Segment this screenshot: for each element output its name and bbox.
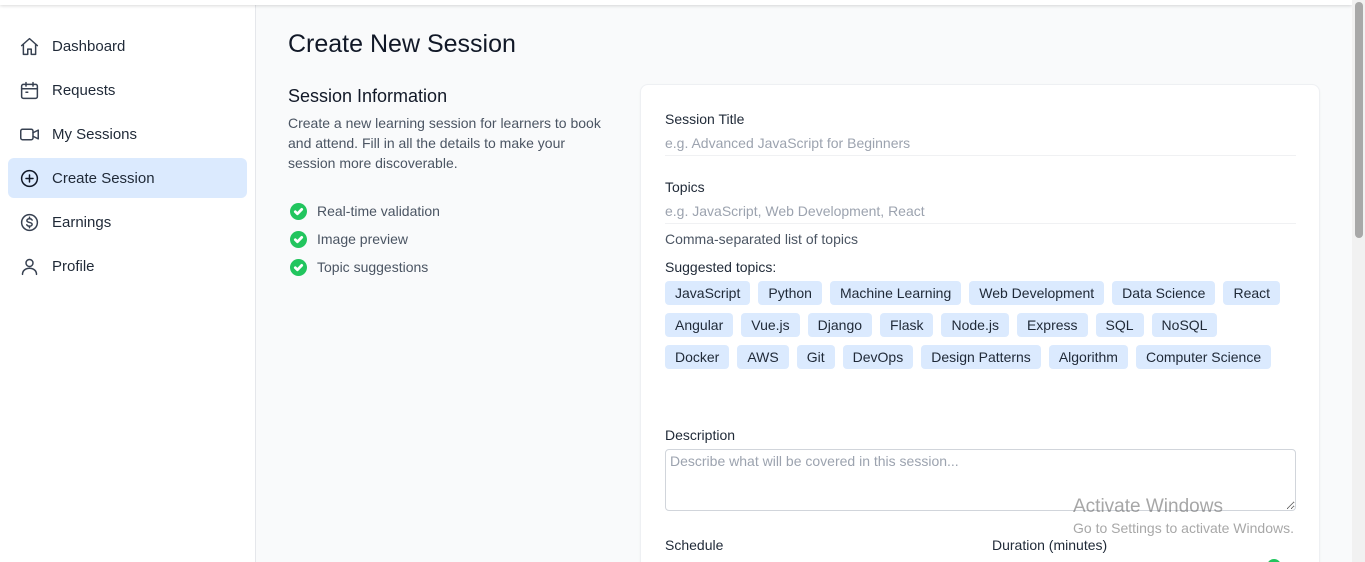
description-label: Description [665, 427, 736, 443]
topic-chip[interactable]: Docker [665, 345, 730, 369]
scrollbar-thumb[interactable] [1355, 2, 1363, 238]
feature-item: Real-time validation [288, 197, 608, 225]
topic-chip[interactable]: Node.js [941, 313, 1009, 337]
topic-chip[interactable]: Machine Learning [829, 281, 962, 305]
topics-input[interactable] [665, 198, 1296, 224]
session-title-label: Session Title [665, 111, 745, 127]
check-circle-icon [290, 258, 307, 276]
topic-chip[interactable]: Data Science [1112, 281, 1216, 305]
topic-chip[interactable]: Vue.js [741, 313, 800, 337]
feature-label: Image preview [317, 231, 409, 247]
sidebar: Dashboard Requests My Sessions Create Se… [0, 0, 256, 562]
sidebar-item-label: Create Session [52, 169, 155, 187]
sidebar-item-earnings[interactable]: Earnings [8, 202, 247, 242]
session-form-card: Session Title Topics Comma-separated lis… [640, 84, 1320, 562]
topic-chip[interactable]: DevOps [842, 345, 914, 369]
feature-list: Real-time validation Image preview Topic… [288, 197, 608, 281]
sidebar-item-requests[interactable]: Requests [8, 70, 247, 110]
topic-chip[interactable]: NoSQL [1151, 313, 1218, 337]
suggested-topics-list: JavaScript Python Machine Learning Web Deve… [665, 281, 1285, 369]
dollar-circle-icon [18, 211, 40, 233]
windows-activation-watermark: Activate Windows Go to Settings to activ… [1073, 496, 1294, 536]
sidebar-item-label: Dashboard [52, 37, 126, 55]
video-icon [18, 123, 40, 145]
duration-label: Duration (minutes) [992, 537, 1108, 553]
section-description: Create a new learning session for learne… [288, 115, 601, 171]
watermark-subtitle: Go to Settings to activate Windows. [1073, 520, 1294, 536]
session-info-panel: Session Information Create a new learnin… [288, 86, 608, 281]
sidebar-item-label: Earnings [52, 213, 112, 231]
sidebar-item-label: Requests [52, 81, 116, 99]
suggested-topics-label: Suggested topics: [665, 259, 777, 275]
topic-chip[interactable]: AWS [737, 345, 789, 369]
check-circle-icon [290, 230, 307, 248]
sidebar-item-my-sessions[interactable]: My Sessions [8, 114, 247, 154]
topics-label: Topics [665, 179, 705, 195]
sidebar-item-profile[interactable]: Profile [8, 246, 247, 286]
topics-helper-text: Comma-separated list of topics [665, 231, 858, 247]
session-title-input[interactable] [665, 130, 1296, 156]
sidebar-item-label: Profile [52, 257, 95, 275]
feature-item: Image preview [288, 225, 608, 253]
top-header-bar [0, 0, 1352, 5]
topic-chip[interactable]: Git [796, 345, 835, 369]
topic-chip[interactable]: React [1223, 281, 1281, 305]
calendar-icon [18, 79, 40, 101]
topic-chip[interactable]: Django [807, 313, 873, 337]
page-title: Create New Session [288, 30, 516, 58]
schedule-label: Schedule [665, 537, 724, 553]
feature-label: Topic suggestions [317, 259, 429, 275]
feature-label: Real-time validation [317, 203, 440, 219]
topic-chip[interactable]: Web Development [969, 281, 1105, 305]
topic-chip[interactable]: Angular [665, 313, 734, 337]
topic-chip[interactable]: JavaScript [665, 281, 751, 305]
sidebar-item-dashboard[interactable]: Dashboard [8, 26, 247, 66]
watermark-title: Activate Windows [1073, 496, 1223, 517]
topic-chip[interactable]: Design Patterns [921, 345, 1041, 369]
user-icon [18, 255, 40, 277]
topic-chip[interactable]: SQL [1095, 313, 1144, 337]
section-heading: Session Information [288, 86, 448, 106]
topic-chip[interactable]: Flask [880, 313, 934, 337]
plus-circle-icon [18, 167, 40, 189]
home-icon [18, 35, 40, 57]
sidebar-item-create-session[interactable]: Create Session [8, 158, 247, 198]
topic-chip[interactable]: Python [758, 281, 822, 305]
topic-chip[interactable]: Computer Science [1135, 345, 1272, 369]
sidebar-item-label: My Sessions [52, 125, 138, 143]
vertical-scrollbar[interactable] [1352, 0, 1365, 562]
feature-item: Topic suggestions [288, 253, 608, 281]
topic-chip[interactable]: Express [1016, 313, 1088, 337]
check-circle-icon [290, 202, 307, 220]
topic-chip[interactable]: Algorithm [1048, 345, 1128, 369]
